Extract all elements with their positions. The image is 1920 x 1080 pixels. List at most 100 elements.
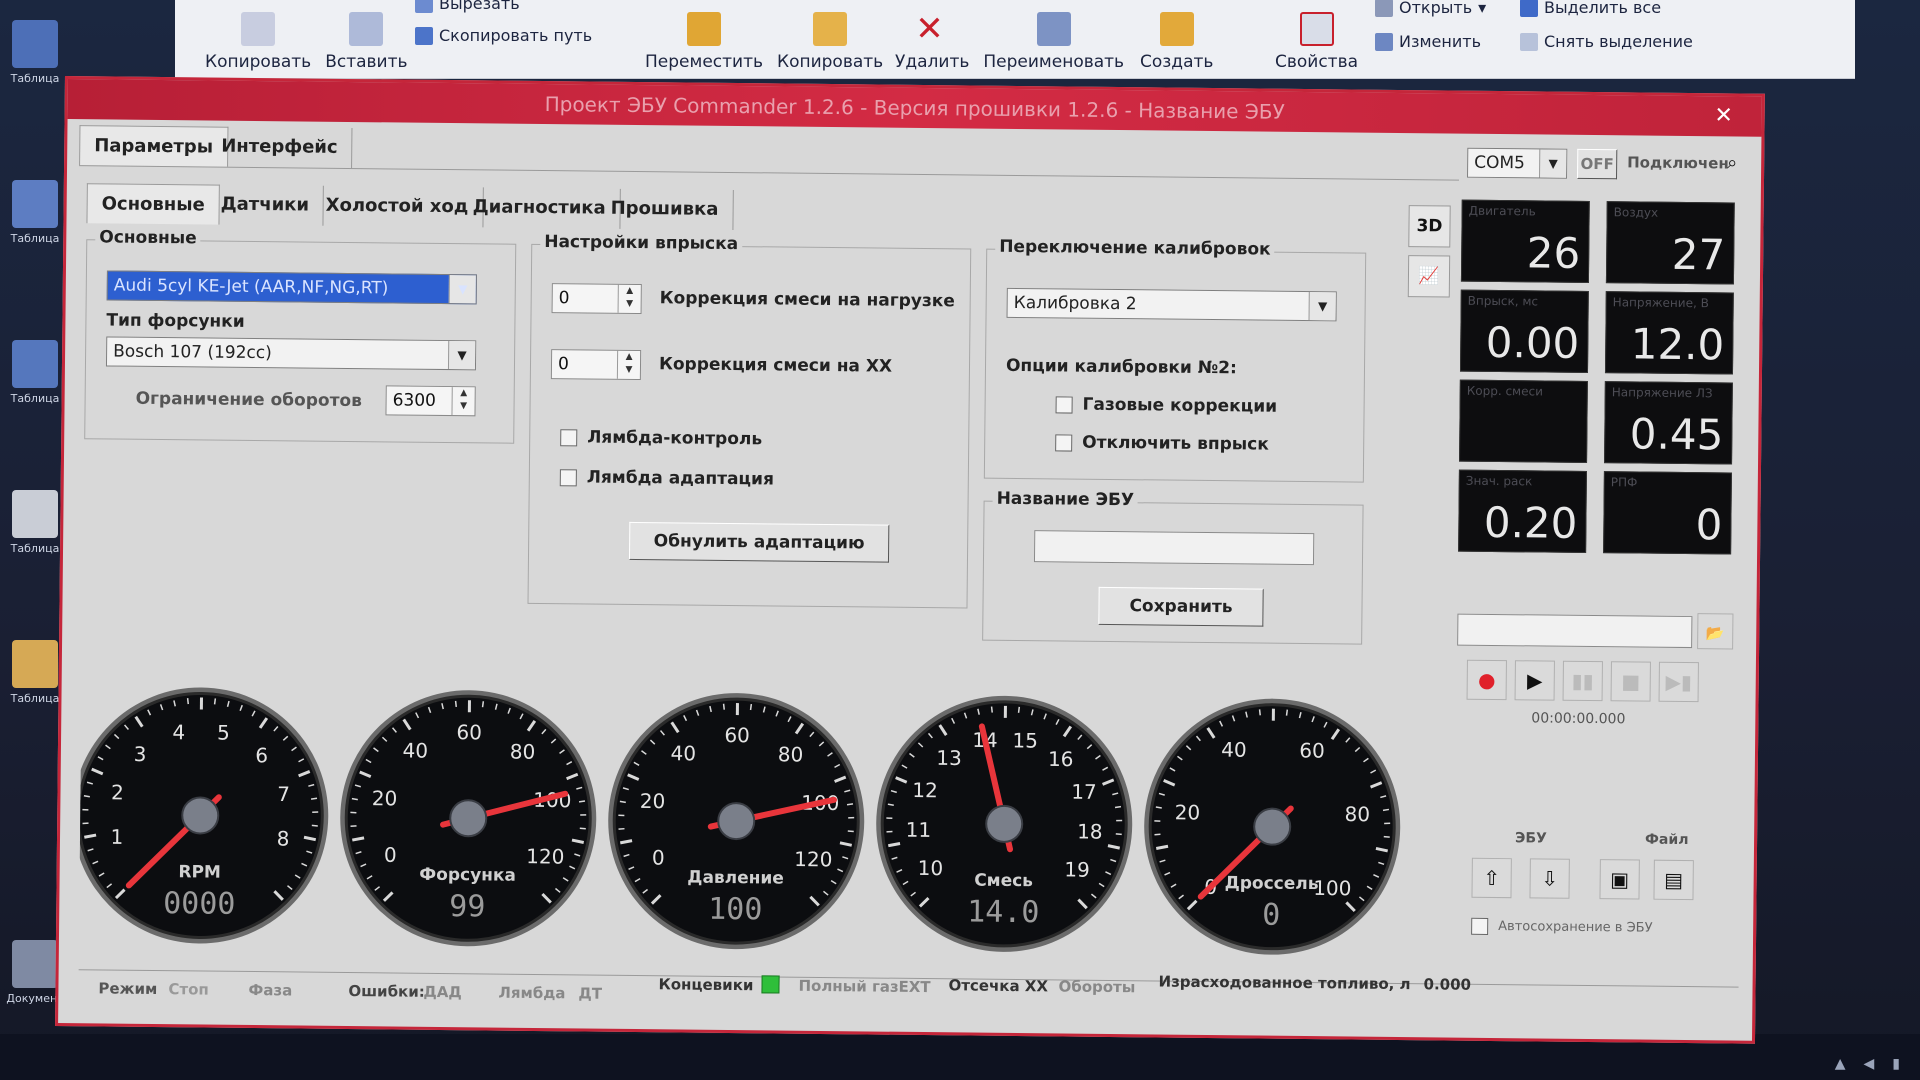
tab-sensors[interactable]: Датчики	[206, 184, 325, 226]
injector-type-select[interactable]: Bosch 107 (192cc) ▼	[105, 336, 477, 371]
document-icon	[12, 20, 58, 68]
checkbox-box[interactable]	[1055, 395, 1073, 414]
gauge-tick-label: 80	[778, 742, 804, 766]
disable-injection-checkbox[interactable]: Отключить впрыск	[1055, 432, 1269, 455]
volume-icon[interactable]: ◀	[1864, 1056, 1875, 1072]
com-port-select[interactable]: COM5 ▼	[1467, 147, 1568, 179]
paste-button[interactable]: Вставить	[325, 12, 408, 78]
copy-button[interactable]: Копировать	[205, 12, 311, 78]
chart-view-button[interactable]: 📈	[1407, 255, 1451, 298]
copy-path-button[interactable]: Скопировать путь	[415, 26, 592, 45]
deselect-button[interactable]: Снять выделение	[1520, 32, 1693, 51]
tab-firmware[interactable]: Прошивка	[596, 188, 734, 231]
checkbox-box[interactable]	[559, 468, 577, 486]
folder-move-icon	[687, 12, 721, 46]
tab-basic[interactable]: Основные	[86, 183, 220, 225]
edit-button[interactable]: Изменить	[1375, 32, 1481, 51]
spinner-arrows-icon[interactable]: ▲ ▼	[617, 284, 641, 314]
checkbox-box[interactable]	[560, 428, 578, 446]
save-button[interactable]: Сохранить	[1098, 586, 1264, 627]
chevron-down-icon[interactable]: ▼	[1539, 149, 1567, 178]
load-correction-spinner[interactable]: 0 ▲ ▼	[551, 283, 642, 315]
status-cutoff: Отсечка ХХ	[948, 976, 1049, 996]
tab-interface[interactable]: Интерфейс	[207, 126, 353, 169]
gauge-readout: 0	[1262, 898, 1280, 933]
gauge-1: 1234 5678RPM0000	[78, 687, 329, 944]
desktop-icon-3[interactable]: Таблица	[0, 340, 70, 405]
open-button[interactable]: Открыть ▾	[1375, 0, 1486, 17]
gauge-tick	[83, 795, 90, 798]
copy-to-button[interactable]: Копировать	[777, 12, 883, 78]
gauge-tick	[619, 800, 626, 804]
idle-correction-spinner[interactable]: 0 ▲ ▼	[550, 349, 642, 381]
gauge-tick-label: 19	[1064, 857, 1090, 881]
upload-ecu-button[interactable]: ⇧	[1471, 857, 1512, 899]
ecu-section-label: ЭБУ	[1515, 830, 1547, 847]
checkbox-box[interactable]	[1471, 917, 1489, 935]
pause-button[interactable]: ▮▮	[1562, 660, 1603, 702]
gauge-tick-label: 1	[110, 825, 123, 849]
chevron-down-icon[interactable]: ▼	[1308, 292, 1336, 321]
open-icon	[1375, 0, 1393, 17]
ecu-name-input[interactable]	[1033, 530, 1315, 566]
calibration-select[interactable]: Калибровка 2 ▼	[1006, 287, 1337, 322]
battery-icon[interactable]: ▮	[1892, 1056, 1900, 1072]
folder-copy-icon	[813, 12, 848, 46]
create-button[interactable]: Создать	[1140, 12, 1213, 78]
open-file-button[interactable]: ▤	[1653, 859, 1694, 901]
calibration-options-label: Опции калибровки №2:	[1005, 355, 1237, 379]
spinner-arrows-icon[interactable]: ▲ ▼	[616, 350, 641, 380]
gauge-tick-label: 60	[724, 723, 750, 747]
desktop-icon-1[interactable]: Таблица	[0, 20, 70, 85]
network-icon[interactable]: ▲	[1835, 1056, 1846, 1072]
save-file-button[interactable]: ▣	[1599, 859, 1640, 900]
app-window: Проект ЭБУ Commander 1.2.6 - Версия прош…	[55, 76, 1765, 1044]
next-button[interactable]: ▶▮	[1658, 661, 1699, 703]
engine-type-select[interactable]: Audi 5cyl KE-Jet (AAR,NF,NG,RT) ▼	[106, 270, 477, 305]
tab-parameters[interactable]: Параметры	[79, 125, 229, 167]
injection-group: Настройки впрыска 0 ▲ ▼ Коррекция смеси н…	[527, 231, 972, 609]
rename-button[interactable]: Переименовать	[983, 12, 1124, 78]
record-button[interactable]: ●	[1466, 659, 1507, 701]
checkbox-box[interactable]	[1055, 433, 1073, 452]
browse-button[interactable]: 📂	[1697, 613, 1734, 650]
gauge-tick-label: 60	[456, 720, 482, 744]
rev-limit-spinner[interactable]: 6300 ▲ ▼	[385, 385, 476, 417]
delete-button[interactable]: ✕ Удалить	[895, 12, 969, 78]
close-icon: ✕	[1714, 103, 1734, 129]
select-all-button[interactable]: Выделить все	[1520, 0, 1661, 17]
connect-toggle-button[interactable]: OFF	[1577, 148, 1618, 180]
gas-corrections-checkbox[interactable]: Газовые коррекции	[1055, 394, 1277, 417]
stop-button[interactable]: ■	[1610, 661, 1651, 702]
gauge-tick-label: 13	[936, 746, 962, 770]
log-file-input[interactable]	[1457, 613, 1693, 649]
gauge-tick	[1285, 709, 1289, 716]
cut-button[interactable]: Вырезать	[415, 0, 520, 13]
copy-icon	[241, 12, 276, 46]
readout-air-temp: Воздух 27	[1605, 201, 1735, 285]
desktop-icon-2[interactable]: Таблица	[0, 180, 70, 245]
close-button[interactable]: ✕	[1703, 96, 1743, 136]
rename-icon	[1036, 12, 1071, 46]
reset-adaptation-button[interactable]: Обнулить адаптацию	[628, 521, 890, 563]
autosave-checkbox[interactable]: Автосохранение в ЭБУ	[1471, 917, 1653, 937]
search-icon[interactable]: ⌕	[1727, 152, 1737, 173]
properties-button[interactable]: Свойства	[1275, 12, 1358, 78]
spinner-arrows-icon[interactable]: ▲ ▼	[451, 387, 475, 416]
play-icon: ▶	[1526, 668, 1543, 693]
chevron-down-icon[interactable]: ▼	[448, 275, 476, 304]
gauges-panel: 12345678RPM0000020406080100120Форсунка99…	[78, 687, 1401, 955]
readout-engine-temp: Двигатель 26	[1460, 199, 1590, 283]
lambda-adapt-checkbox[interactable]: Лямбда адаптация	[559, 467, 774, 489]
gauge-tick	[1115, 833, 1122, 836]
gauge-tick	[310, 797, 318, 800]
move-button[interactable]: Переместить	[645, 12, 763, 78]
chevron-down-icon[interactable]: ▼	[447, 341, 476, 370]
threed-view-button[interactable]: 3D	[1408, 205, 1451, 248]
download-ecu-button[interactable]: ⇩	[1529, 858, 1570, 899]
ecu-name-group: Название ЭБУ Сохранить	[982, 488, 1364, 645]
gauge-tick-label: 0	[384, 843, 397, 867]
gauge-tick	[186, 698, 190, 705]
play-button[interactable]: ▶	[1514, 660, 1555, 701]
lambda-control-checkbox[interactable]: Лямбда-контроль	[560, 427, 762, 449]
